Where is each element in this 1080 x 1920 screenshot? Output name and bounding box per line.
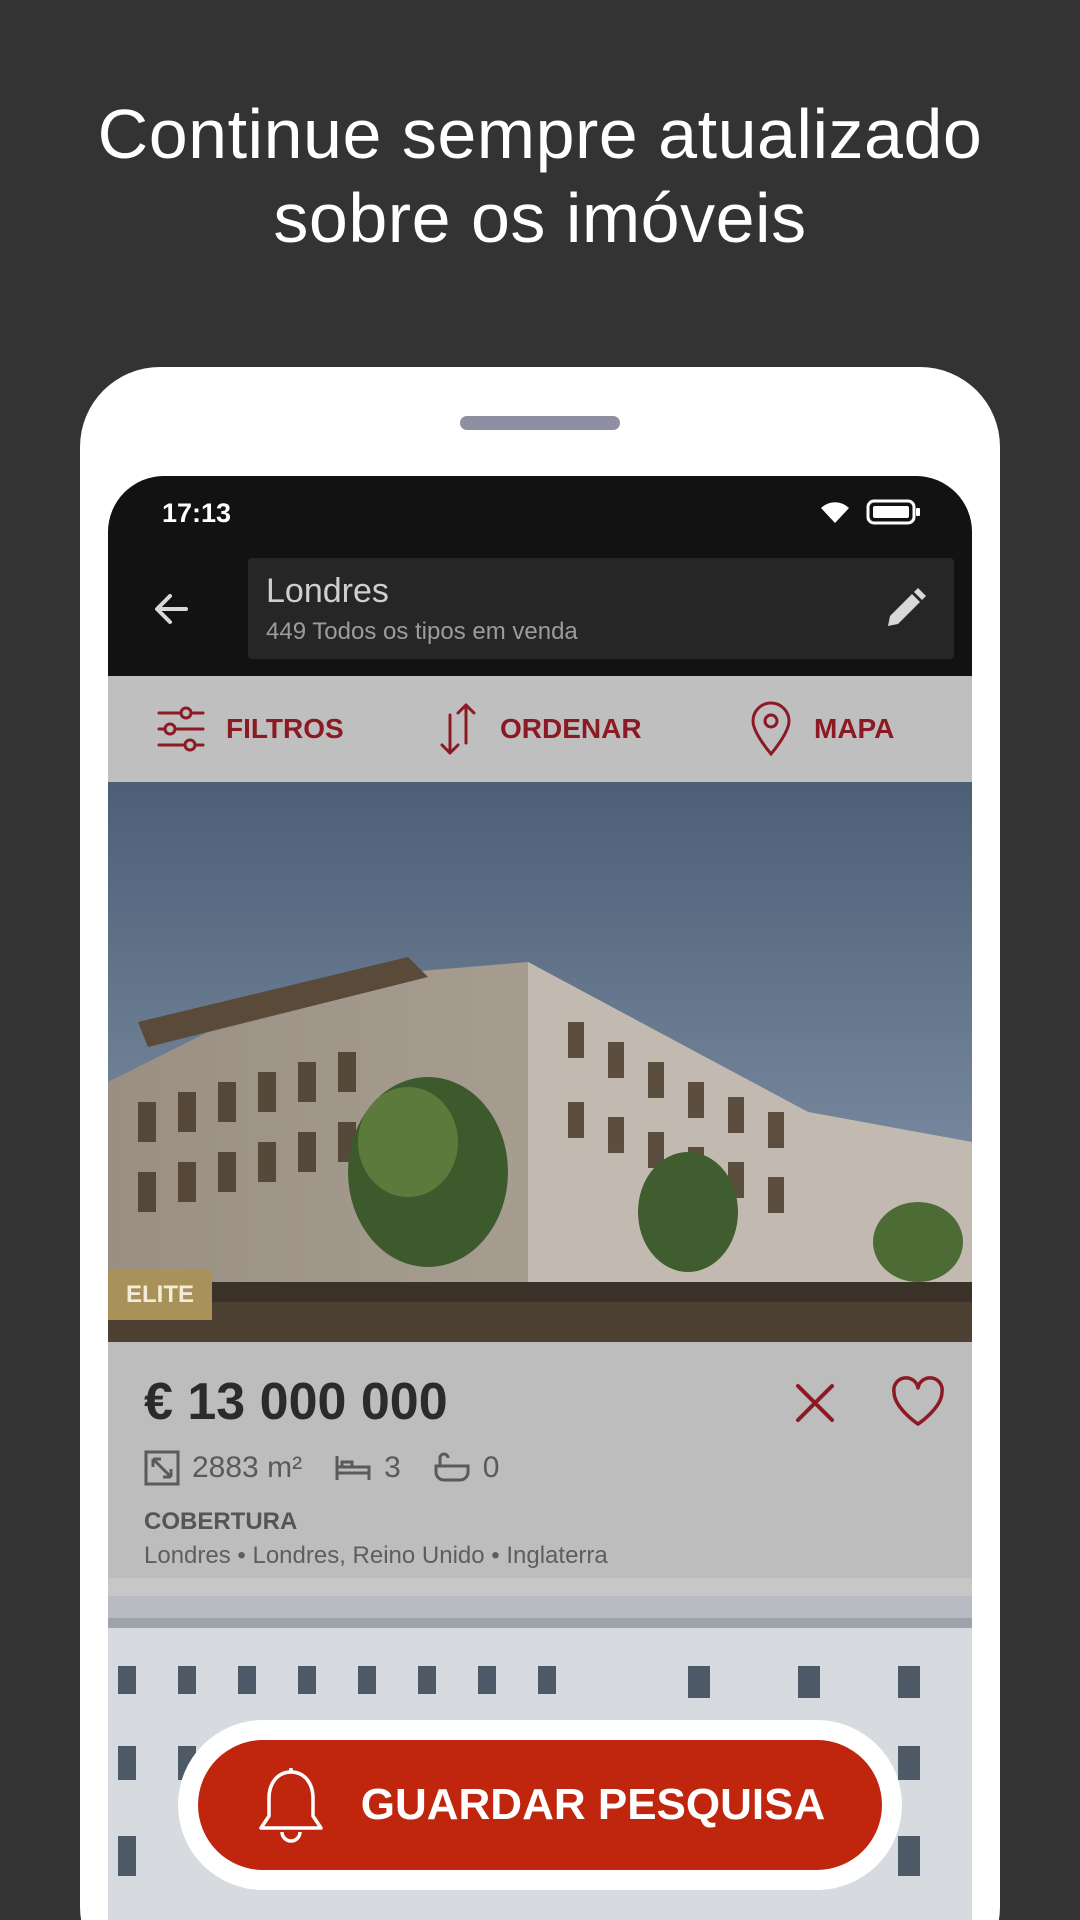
property-location: Londres • Londres, Reino Unido • Inglate… <box>144 1542 608 1569</box>
promo-headline: Continue sempre atualizado sobre os imóv… <box>0 92 1080 260</box>
building-photo <box>108 782 972 1342</box>
area-icon <box>144 1450 180 1486</box>
close-icon[interactable] <box>790 1378 840 1428</box>
sort-arrows-icon <box>440 703 476 755</box>
sort-button[interactable]: ORDENAR <box>436 676 642 782</box>
listing-specs: 2883 m² 3 0 <box>144 1450 519 1486</box>
back-arrow-icon[interactable] <box>146 584 196 634</box>
map-pin-icon <box>751 701 791 757</box>
bed-icon <box>335 1456 371 1480</box>
listing-photo[interactable]: ELITE <box>108 782 972 1342</box>
search-summary-box[interactable]: Londres 449 Todos os tipos em venda <box>248 558 954 659</box>
battery-icon <box>866 499 920 525</box>
listing-card[interactable]: € 13 000 000 2883 m² 3 0 COBERTURA Londr… <box>108 1342 972 1578</box>
status-bar: 17:13 <box>108 476 972 546</box>
phone-screen: 17:13 Londres 449 Todos os tipos em vend… <box>108 476 972 1920</box>
sliders-icon <box>157 706 205 752</box>
listing-toolbar: FILTROS ORDENAR MAPA <box>108 676 972 782</box>
bedrooms-value: 3 <box>384 1451 401 1484</box>
search-results-summary: 449 Todos os tipos em venda <box>266 618 578 645</box>
bedrooms-spec: 3 <box>334 1451 401 1485</box>
save-search-label: GUARDAR PESQUISA <box>360 1780 826 1829</box>
bathrooms-spec: 0 <box>433 1451 500 1485</box>
pencil-icon[interactable] <box>880 584 930 634</box>
elite-badge: ELITE <box>108 1270 213 1320</box>
app-bar: Londres 449 Todos os tipos em venda <box>108 546 972 676</box>
bathtub-icon <box>434 1452 470 1482</box>
bell-icon <box>259 1768 323 1843</box>
property-type: COBERTURA <box>144 1508 298 1535</box>
map-button[interactable]: MAPA <box>748 676 894 782</box>
save-search-button[interactable]: GUARDAR PESQUISA <box>198 1740 882 1870</box>
filters-button[interactable]: FILTROS <box>156 676 344 782</box>
area-spec: 2883 m² <box>144 1450 302 1486</box>
heart-icon[interactable] <box>890 1376 946 1428</box>
bathrooms-value: 0 <box>482 1451 500 1484</box>
headline-line-1: Continue sempre atualizado <box>97 95 983 173</box>
status-icons <box>818 498 922 526</box>
card-divider <box>108 1578 972 1596</box>
area-value: 2883 m² <box>192 1451 303 1484</box>
sort-label: ORDENAR <box>500 713 642 744</box>
device-speaker <box>460 416 620 430</box>
status-time: 17:13 <box>162 498 232 528</box>
map-label: MAPA <box>814 713 895 744</box>
headline-line-2: sobre os imóveis <box>273 179 807 257</box>
search-location: Londres <box>266 572 389 610</box>
filters-label: FILTROS <box>226 713 344 744</box>
listing-price: € 13 000 000 <box>144 1373 448 1431</box>
wifi-icon <box>821 502 849 523</box>
